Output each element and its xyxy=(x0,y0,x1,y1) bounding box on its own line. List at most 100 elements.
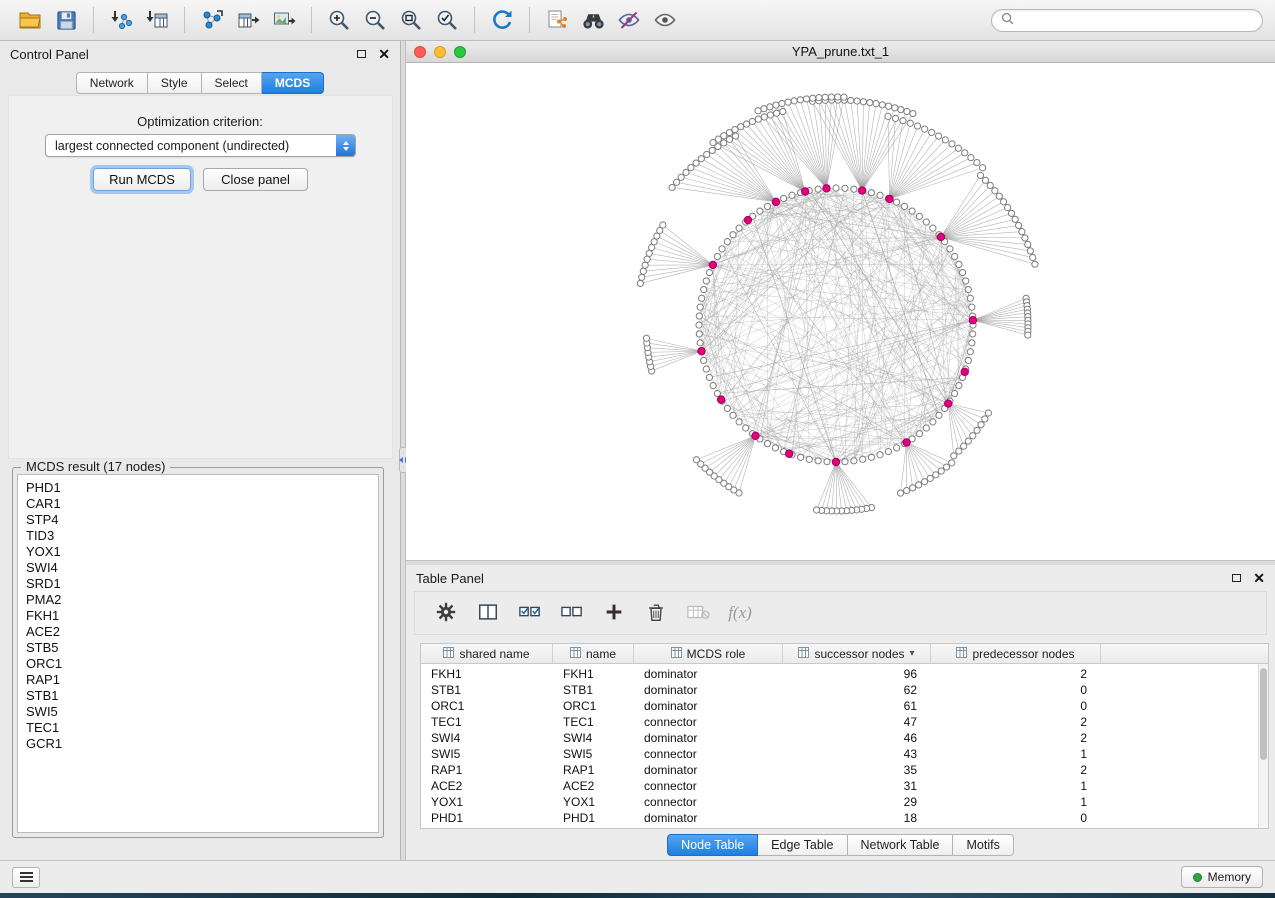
optimization-criterion-dropdown[interactable]: largest connected component (undirected) xyxy=(45,134,356,157)
deselect-all-button[interactable] xyxy=(559,600,585,626)
window-maximize-icon[interactable] xyxy=(454,46,466,58)
table-row[interactable]: RAP1RAP1dominator352 xyxy=(421,762,1258,778)
table-cell: SWI5 xyxy=(421,747,553,761)
dropdown-selected-value: largest connected component (undirected) xyxy=(55,139,289,153)
float-panel-icon[interactable] xyxy=(357,50,366,58)
mcds-result-list[interactable]: PHD1CAR1STP4TID3YOX1SWI4SRD1PMA2FKH1ACE2… xyxy=(17,474,379,833)
close-panel-icon[interactable]: ✕ xyxy=(378,47,390,61)
close-panel-icon[interactable]: ✕ xyxy=(1253,571,1265,585)
mcds-result-item[interactable]: STP4 xyxy=(26,512,378,528)
network-canvas[interactable] xyxy=(406,63,1275,560)
close-panel-button[interactable]: Close panel xyxy=(203,168,308,191)
table-cell: ACE2 xyxy=(421,779,553,793)
clone-network-button[interactable] xyxy=(539,4,575,36)
show-column-button[interactable] xyxy=(475,600,501,626)
table-cell: dominator xyxy=(634,667,783,681)
table-settings-button[interactable] xyxy=(433,600,459,626)
zoom-out-button[interactable] xyxy=(357,4,393,36)
table-row[interactable]: FKH1FKH1dominator962 xyxy=(421,666,1258,682)
mcds-result-item[interactable]: YOX1 xyxy=(26,544,378,560)
search-box[interactable] xyxy=(991,9,1263,32)
zoom-selected-button[interactable] xyxy=(429,4,465,36)
mcds-result-item[interactable]: ACE2 xyxy=(26,624,378,640)
table-row[interactable]: SWI4SWI4dominator462 xyxy=(421,730,1258,746)
import-table-button[interactable] xyxy=(139,4,175,36)
mcds-result-item[interactable]: ORC1 xyxy=(26,656,378,672)
scrollbar-thumb[interactable] xyxy=(1260,668,1267,760)
table-grid-icon xyxy=(570,647,581,661)
zoom-fit-button[interactable] xyxy=(393,4,429,36)
tab-style[interactable]: Style xyxy=(148,72,202,94)
select-all-button[interactable] xyxy=(517,600,543,626)
column-header-name[interactable]: name xyxy=(553,644,634,663)
float-panel-icon[interactable] xyxy=(1232,574,1241,582)
find-network-button[interactable] xyxy=(575,4,611,36)
table-cell: SWI5 xyxy=(553,747,634,761)
tab-edge-table[interactable]: Edge Table xyxy=(758,834,847,856)
table-grid-icon xyxy=(671,647,682,661)
add-column-button[interactable] xyxy=(601,600,627,626)
memory-button[interactable]: Memory xyxy=(1181,866,1263,888)
table-grid-icon xyxy=(443,647,454,661)
mcds-result-item[interactable]: FKH1 xyxy=(26,608,378,624)
mcds-result-item[interactable]: TEC1 xyxy=(26,720,378,736)
save-session-button[interactable] xyxy=(48,4,84,36)
table-cell: 46 xyxy=(783,731,931,745)
tab-node-table[interactable]: Node Table xyxy=(667,834,758,856)
column-header-shared-name[interactable]: shared name xyxy=(421,644,553,663)
run-mcds-button[interactable]: Run MCDS xyxy=(93,168,191,191)
window-close-icon[interactable] xyxy=(414,46,426,58)
mcds-result-item[interactable]: SWI5 xyxy=(26,704,378,720)
open-session-button[interactable] xyxy=(12,4,48,36)
delete-column-button[interactable] xyxy=(643,600,669,626)
toolbar-separator xyxy=(529,7,530,33)
refresh-view-button[interactable] xyxy=(484,4,520,36)
hide-graphics-button[interactable] xyxy=(611,4,647,36)
import-network-button[interactable] xyxy=(103,4,139,36)
table-mode-button[interactable] xyxy=(685,600,711,626)
window-minimize-icon[interactable] xyxy=(434,46,446,58)
search-input[interactable] xyxy=(1020,13,1253,27)
show-graphics-button[interactable] xyxy=(647,4,683,36)
table-cell: RAP1 xyxy=(421,763,553,777)
table-row[interactable]: SWI5SWI5connector431 xyxy=(421,746,1258,762)
node-table: shared namenameMCDS rolesuccessor nodes▾… xyxy=(420,643,1269,829)
table-row[interactable]: TEC1TEC1connector472 xyxy=(421,714,1258,730)
mcds-result-item[interactable]: SWI4 xyxy=(26,560,378,576)
mcds-result-item[interactable]: STB1 xyxy=(26,688,378,704)
zoom-in-icon xyxy=(327,8,351,32)
export-image-button[interactable] xyxy=(266,4,302,36)
mcds-result-item[interactable]: GCR1 xyxy=(26,736,378,752)
column-header-successor-nodes[interactable]: successor nodes▾ xyxy=(783,644,931,663)
mcds-result-item[interactable]: TID3 xyxy=(26,528,378,544)
tab-network[interactable]: Network xyxy=(76,72,148,94)
table-cell: dominator xyxy=(634,683,783,697)
table-cell: 2 xyxy=(931,715,1101,729)
column-header-MCDS-role[interactable]: MCDS role xyxy=(634,644,783,663)
mcds-result-item[interactable]: PHD1 xyxy=(26,480,378,496)
function-builder-button[interactable]: f(x) xyxy=(727,600,753,626)
network-graph[interactable] xyxy=(406,63,1275,560)
mcds-result-item[interactable]: PMA2 xyxy=(26,592,378,608)
tab-motifs[interactable]: Motifs xyxy=(953,834,1013,856)
column-header-predecessor-nodes[interactable]: predecessor nodes xyxy=(931,644,1101,663)
export-network-button[interactable] xyxy=(194,4,230,36)
mcds-result-item[interactable]: SRD1 xyxy=(26,576,378,592)
mcds-result-item[interactable]: RAP1 xyxy=(26,672,378,688)
table-row[interactable]: YOX1YOX1connector291 xyxy=(421,794,1258,810)
tab-network-table[interactable]: Network Table xyxy=(848,834,954,856)
table-row[interactable]: ORC1ORC1dominator610 xyxy=(421,698,1258,714)
zoom-in-button[interactable] xyxy=(321,4,357,36)
eye-slash-icon xyxy=(617,8,641,32)
table-row[interactable]: ACE2ACE2connector311 xyxy=(421,778,1258,794)
tab-mcds[interactable]: MCDS xyxy=(262,72,324,94)
table-row[interactable]: STB1STB1dominator620 xyxy=(421,682,1258,698)
table-row[interactable]: PHD1PHD1dominator180 xyxy=(421,810,1258,826)
tab-select[interactable]: Select xyxy=(202,72,262,94)
export-table-button[interactable] xyxy=(230,4,266,36)
mcds-result-item[interactable]: STB5 xyxy=(26,640,378,656)
network-titlebar[interactable]: YPA_prune.txt_1 xyxy=(406,41,1275,63)
table-scrollbar[interactable] xyxy=(1258,664,1268,828)
mcds-result-item[interactable]: CAR1 xyxy=(26,496,378,512)
panel-menu-button[interactable] xyxy=(12,867,40,888)
